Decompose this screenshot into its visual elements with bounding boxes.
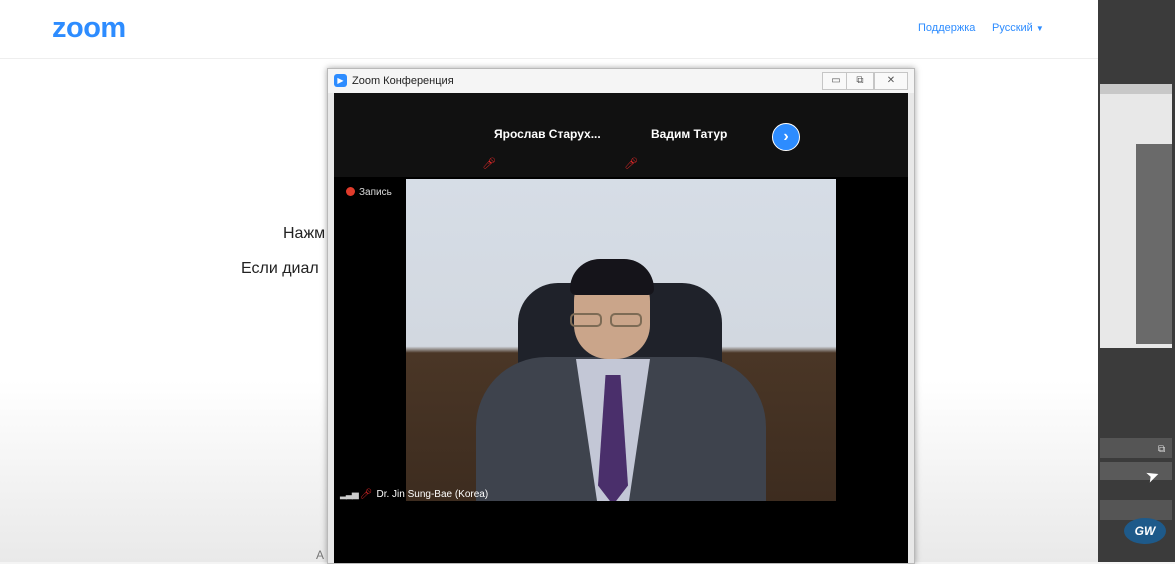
close-button[interactable]: ✕ xyxy=(874,72,908,90)
speaker-hair xyxy=(570,259,654,295)
maximize-button[interactable]: ⧉ xyxy=(846,72,874,90)
zoom-app-icon: ▶ xyxy=(334,74,347,87)
page-message-line1: Нажм xyxy=(283,225,326,242)
speaker-name: Dr. Jin Sung-Bae (Korea) xyxy=(376,489,489,500)
gw-logo: GW xyxy=(1124,518,1166,544)
footer-text: А xyxy=(316,548,325,562)
side-panel-bar-3[interactable] xyxy=(1100,500,1172,520)
side-panel-bar-2[interactable] xyxy=(1100,462,1172,480)
recording-indicator: Запись xyxy=(346,187,392,198)
window-title: Zoom Конференция xyxy=(352,75,454,87)
zoom-meeting-window: ▶ Zoom Конференция ▭ ⧉ ✕ Ярослав Старух.… xyxy=(327,68,915,564)
participant-tile-name[interactable]: Вадим Татур xyxy=(651,127,727,141)
record-dot-icon xyxy=(346,187,355,196)
caret-down-icon: ▼ xyxy=(1035,24,1044,33)
active-speaker-area: Запись ▂▃▅ 🎤︎ Dr. Jin Sung-Bae (Korea) xyxy=(334,177,908,563)
participant-strip: Ярослав Старух... 🎤︎ Вадим Татур 🎤︎ › xyxy=(334,93,908,177)
window-titlebar[interactable]: ▶ Zoom Конференция ▭ ⧉ ✕ xyxy=(328,69,914,93)
speaker-name-tag: ▂▃▅ 🎤︎ Dr. Jin Sung-Bae (Korea) xyxy=(340,489,488,500)
preview-toolbar xyxy=(1100,84,1172,94)
mic-muted-icon: 🎤︎ xyxy=(482,158,496,170)
participant-tile-name[interactable]: Ярослав Старух... xyxy=(494,127,601,141)
speaker-video[interactable] xyxy=(406,179,836,501)
preview-dark-area xyxy=(1136,144,1172,344)
mic-muted-icon: 🎤︎ xyxy=(359,489,373,500)
page-header: zoom Поддержка Русский ▼ xyxy=(0,0,1098,59)
zoom-logo[interactable]: zoom xyxy=(52,12,126,45)
page-message-line2: Если диал xyxy=(241,260,319,277)
next-page-button[interactable]: › xyxy=(772,123,800,151)
window-restore-icon[interactable]: ⧉ xyxy=(1158,444,1165,455)
signal-strength-icon: ▂▃▅ xyxy=(340,489,359,499)
language-label: Русский xyxy=(992,22,1033,34)
speaker-glasses xyxy=(570,313,646,327)
side-panel-preview xyxy=(1100,84,1172,348)
mic-muted-icon: 🎤︎ xyxy=(624,158,638,170)
support-link[interactable]: Поддержка xyxy=(918,22,975,34)
language-selector[interactable]: Русский ▼ xyxy=(992,22,1044,34)
recording-label: Запись xyxy=(359,187,392,198)
